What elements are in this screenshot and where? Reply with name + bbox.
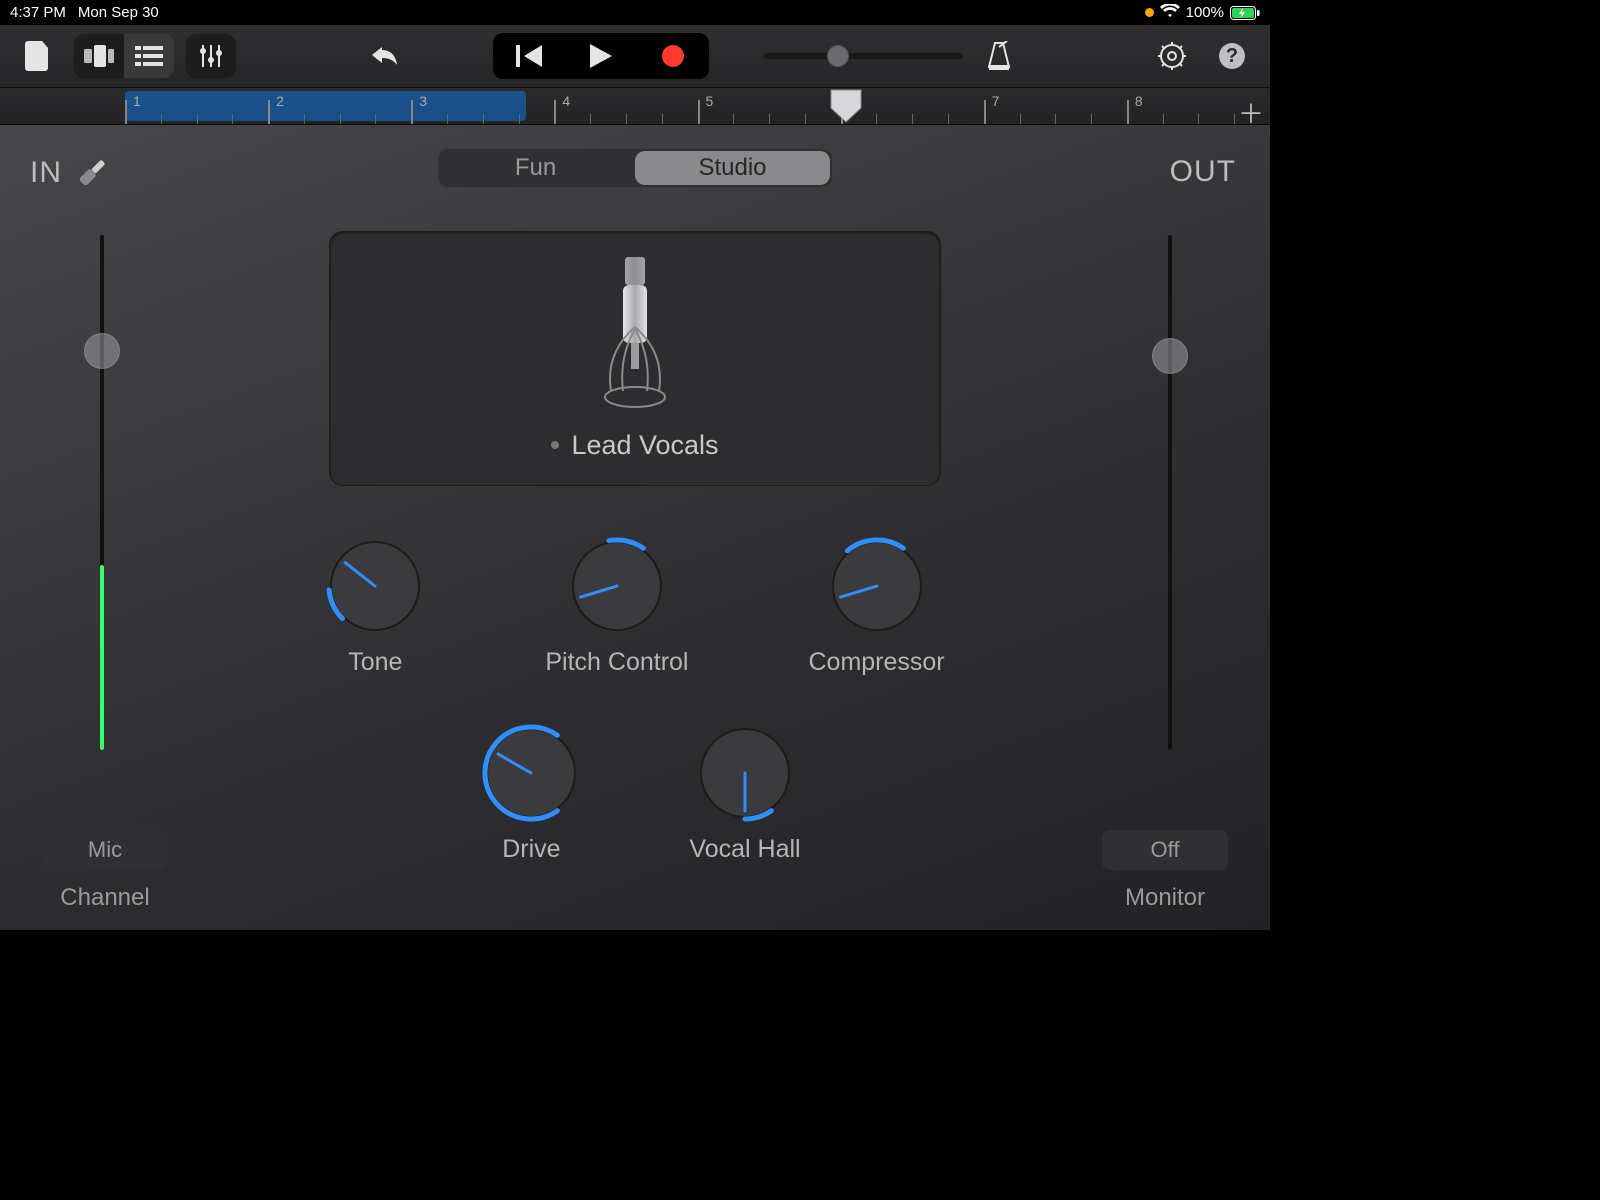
master-volume-slider[interactable] bbox=[763, 53, 963, 59]
playhead-marker[interactable] bbox=[829, 88, 863, 129]
preset-name: Lead Vocals bbox=[571, 430, 718, 461]
knob-label: Vocal Hall bbox=[689, 835, 800, 864]
bar-number: 2 bbox=[276, 93, 284, 109]
svg-text:?: ? bbox=[1226, 45, 1238, 67]
input-jack-icon[interactable] bbox=[74, 155, 110, 191]
channel-caption: Channel bbox=[30, 884, 180, 912]
battery-percent: 100% bbox=[1186, 4, 1224, 21]
preset-selector[interactable]: Lead Vocals bbox=[329, 231, 941, 486]
metronome-button[interactable] bbox=[975, 34, 1023, 78]
center-panel: FunStudio bbox=[200, 145, 1070, 930]
knob-label: Tone bbox=[348, 648, 402, 677]
my-songs-button[interactable] bbox=[14, 34, 62, 78]
browser-view-button[interactable] bbox=[74, 34, 124, 78]
monitor-button[interactable]: Off bbox=[1102, 830, 1228, 870]
monitor-button-label: Off bbox=[1151, 837, 1180, 863]
status-time: 4:37 PM bbox=[10, 4, 66, 21]
fx-button-group bbox=[186, 34, 236, 78]
output-column: OUT Off Monitor bbox=[1090, 155, 1240, 930]
bar-number: 4 bbox=[562, 93, 570, 109]
monitor-caption: Monitor bbox=[1090, 884, 1240, 912]
input-level-thumb[interactable] bbox=[84, 333, 120, 369]
track-controls-button[interactable] bbox=[186, 34, 236, 78]
play-button[interactable] bbox=[565, 33, 637, 79]
bar-number: 1 bbox=[133, 93, 141, 109]
bar-number: 8 bbox=[1135, 93, 1143, 109]
record-icon bbox=[662, 45, 684, 67]
knob-drive[interactable]: Drive bbox=[481, 723, 581, 864]
output-level-thumb[interactable] bbox=[1152, 338, 1188, 374]
bar-number: 7 bbox=[992, 93, 1000, 109]
knob-label: Compressor bbox=[808, 648, 944, 677]
mode-segmented-control[interactable]: FunStudio bbox=[438, 149, 832, 187]
knob-label: Pitch Control bbox=[545, 648, 688, 677]
knob-compressor[interactable]: Compressor bbox=[808, 536, 944, 677]
status-date: Mon Sep 30 bbox=[78, 4, 159, 21]
battery-charging-icon bbox=[1230, 6, 1260, 20]
transport-controls bbox=[493, 33, 709, 79]
undo-button[interactable] bbox=[361, 34, 409, 78]
channel-button[interactable]: Mic bbox=[42, 830, 168, 870]
master-volume-thumb[interactable] bbox=[827, 45, 849, 67]
channel-button-label: Mic bbox=[88, 837, 122, 863]
status-bar: 4:37 PM Mon Sep 30 100% bbox=[0, 0, 1270, 25]
output-level-slider[interactable] bbox=[1168, 235, 1174, 750]
instrument-panel: IN Mic Channel OUT Off Monitor FunStudio bbox=[0, 125, 1270, 930]
input-column: IN Mic Channel bbox=[30, 155, 180, 930]
knob-vocal-hall[interactable]: Vocal Hall bbox=[689, 723, 800, 864]
toolbar: ? bbox=[0, 25, 1270, 88]
timeline-ruler[interactable]: 12345678 ＋ bbox=[0, 88, 1270, 125]
go-to-beginning-button[interactable] bbox=[493, 33, 565, 79]
view-mode-group bbox=[74, 34, 174, 78]
settings-button[interactable] bbox=[1148, 34, 1196, 78]
knob-tone[interactable]: Tone bbox=[325, 536, 425, 677]
knob-pitch-control[interactable]: Pitch Control bbox=[545, 536, 688, 677]
record-button[interactable] bbox=[637, 33, 709, 79]
microphone-icon bbox=[595, 257, 675, 412]
mode-tab-fun[interactable]: Fun bbox=[438, 149, 633, 187]
knob-label: Drive bbox=[502, 835, 560, 864]
bar-number: 5 bbox=[706, 93, 714, 109]
wifi-icon bbox=[1160, 4, 1180, 22]
input-label: IN bbox=[30, 156, 62, 190]
output-label: OUT bbox=[1090, 155, 1240, 189]
input-level-slider[interactable] bbox=[100, 235, 106, 750]
help-button[interactable]: ? bbox=[1208, 34, 1256, 78]
recording-indicator-dot bbox=[1145, 8, 1154, 17]
bar-number: 3 bbox=[419, 93, 427, 109]
mode-tab-studio[interactable]: Studio bbox=[635, 151, 830, 185]
preset-modified-indicator bbox=[551, 441, 559, 449]
tracks-view-button[interactable] bbox=[124, 34, 174, 78]
